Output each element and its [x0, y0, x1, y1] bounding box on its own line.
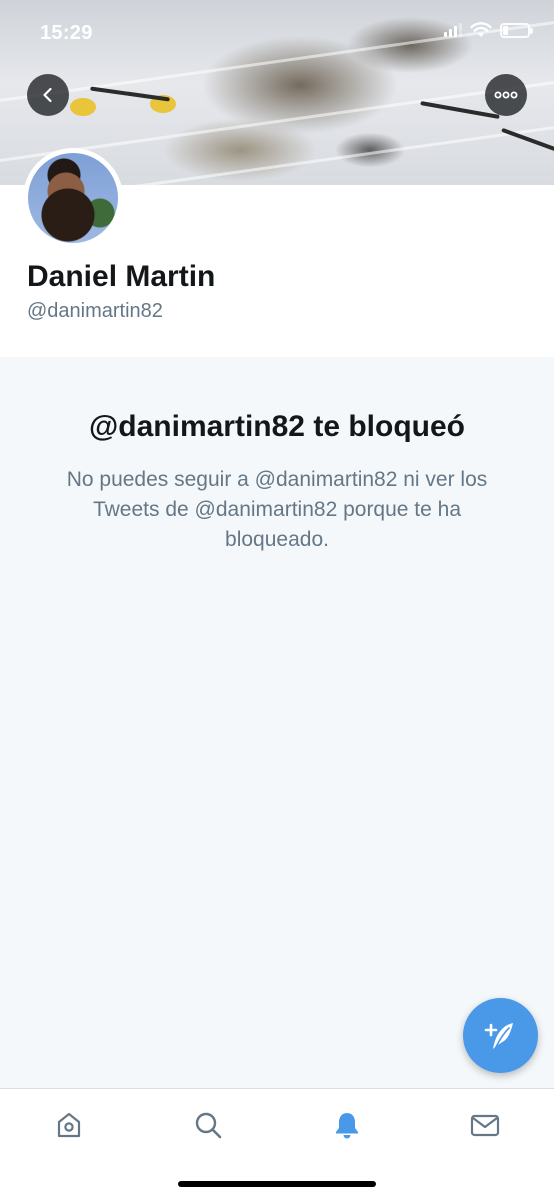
tab-home[interactable] — [49, 1105, 89, 1145]
cellular-signal-icon — [444, 23, 462, 37]
bell-icon — [336, 1113, 358, 1139]
home-icon — [57, 1112, 81, 1138]
wifi-icon — [470, 22, 492, 37]
tab-search[interactable] — [188, 1105, 228, 1145]
compose-tweet-button[interactable] — [463, 998, 538, 1073]
blocked-title: @danimartin82 te bloqueó — [89, 410, 465, 443]
tab-messages[interactable] — [465, 1105, 505, 1145]
ellipsis-icon — [494, 91, 518, 99]
more-options-button[interactable] — [485, 74, 527, 116]
avatar[interactable] — [23, 148, 123, 248]
home-indicator[interactable] — [178, 1181, 376, 1187]
status-time: 15:29 — [40, 22, 93, 44]
profile-display-name: Daniel Martin — [27, 260, 216, 293]
status-icons — [444, 22, 533, 38]
search-icon — [195, 1112, 222, 1139]
profile-handle: @danimartin82 — [27, 300, 163, 322]
mail-icon — [470, 1114, 500, 1137]
chevron-left-icon — [43, 87, 52, 103]
blocked-description: No puedes seguir a @danimartin82 ni ver … — [66, 468, 488, 551]
battery-icon — [500, 22, 533, 38]
compose-tweet-icon — [484, 1022, 513, 1049]
back-button[interactable] — [27, 74, 69, 116]
tab-notifications[interactable] — [327, 1105, 367, 1145]
